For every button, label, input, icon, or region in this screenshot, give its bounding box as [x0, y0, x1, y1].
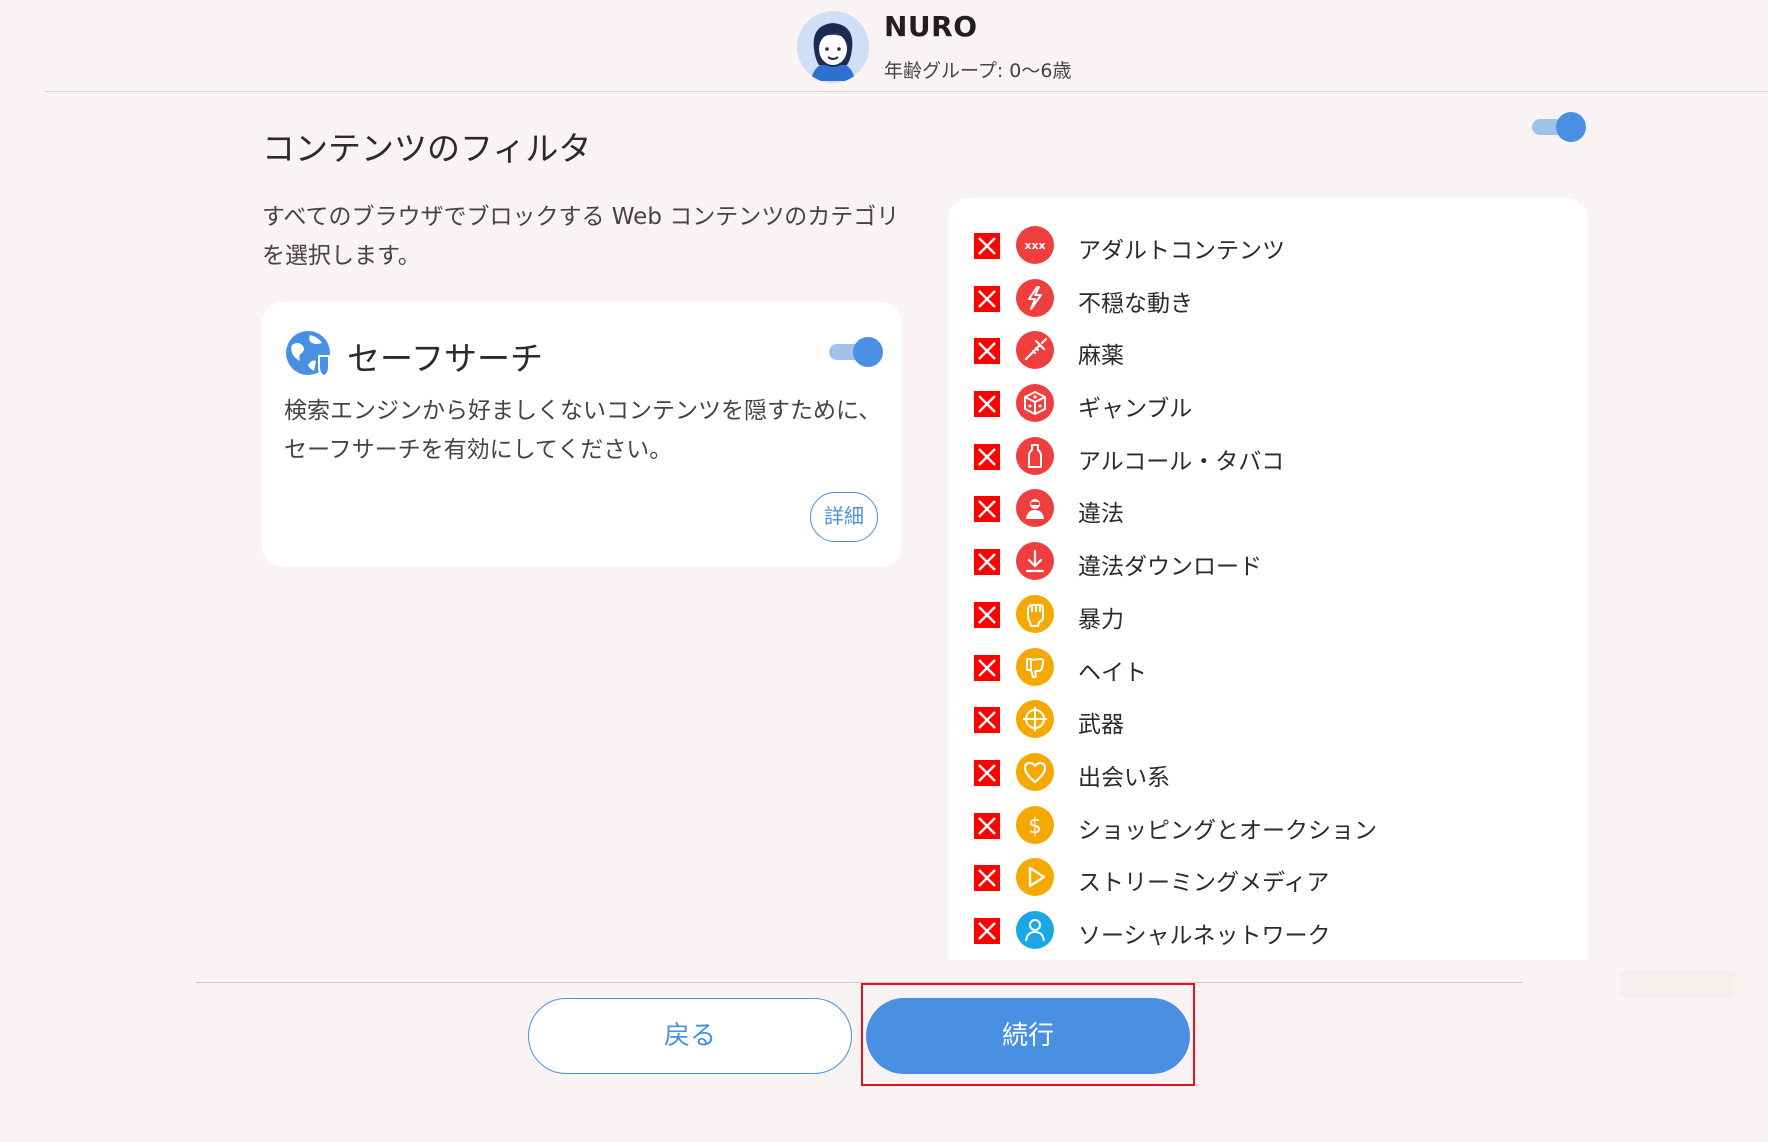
profile-name: NURO — [884, 10, 978, 43]
category-item: 麻薬 — [948, 325, 1588, 378]
profile-header: NURO 年齢グループ: 0〜6歳 — [0, 0, 1768, 92]
heart-icon — [1016, 752, 1054, 791]
toggle-knob — [1556, 112, 1586, 142]
back-button[interactable]: 戻る — [528, 998, 852, 1074]
lightning-icon — [1016, 278, 1054, 317]
safe-search-title: セーフサーチ — [347, 339, 544, 378]
category-label: ストリーミングメディア — [1078, 870, 1330, 897]
category-label: 出会い系 — [1078, 764, 1170, 791]
block-checkbox[interactable] — [974, 707, 1000, 734]
continue-button[interactable]: 続行 — [866, 998, 1190, 1074]
category-item: 出会い系 — [948, 747, 1588, 800]
block-checkbox[interactable] — [974, 496, 1000, 523]
category-label: 麻薬 — [1078, 343, 1124, 370]
category-item: $ ショッピングとオークション — [948, 800, 1588, 853]
block-checkbox[interactable] — [974, 285, 1000, 312]
block-checkbox[interactable] — [974, 917, 1000, 944]
category-label: 違法 — [1078, 501, 1124, 528]
category-item: 違法 — [948, 483, 1588, 536]
faint-overlay — [1620, 970, 1735, 998]
toggle-switch[interactable] — [1530, 112, 1586, 142]
category-item: ソーシャルネットワーク — [948, 905, 1588, 958]
svg-text:$: $ — [1028, 814, 1041, 838]
footer-divider — [196, 982, 1522, 983]
svg-text:xxx: xxx — [1024, 239, 1045, 252]
category-label: ギャンブル — [1078, 396, 1193, 423]
block-checkbox[interactable] — [974, 338, 1000, 365]
category-item: ヘイト — [948, 642, 1588, 695]
category-item: アルコール・タバコ — [948, 431, 1588, 484]
category-label: 武器 — [1078, 712, 1124, 739]
category-item: 不穏な動き — [948, 273, 1588, 326]
category-label: アルコール・タバコ — [1078, 448, 1285, 475]
avatar — [797, 11, 869, 83]
xxx-icon: xxx — [1016, 226, 1054, 264]
globe-shield-icon — [284, 329, 334, 379]
category-label: ソーシャルネットワーク — [1078, 922, 1331, 949]
category-item: 武器 — [948, 694, 1588, 747]
category-item: xxx アダルトコンテンツ — [948, 220, 1588, 273]
toggle-knob — [853, 337, 883, 367]
person-icon — [1016, 910, 1054, 949]
fist-icon — [1016, 594, 1054, 633]
block-checkbox[interactable] — [974, 759, 1000, 786]
block-checkbox[interactable] — [974, 443, 1000, 470]
bottle-icon — [1016, 436, 1054, 475]
category-label: 暴力 — [1078, 606, 1124, 633]
category-item: ストリーミングメディア — [948, 852, 1588, 905]
category-panel: xxx アダルトコンテンツ 不穏な動き麻薬ギャンブルアルコール・タバコ 違法違法ダウン… — [948, 198, 1588, 960]
category-item: ギャンブル — [948, 378, 1588, 431]
category-item: 違法ダウンロード — [948, 536, 1588, 589]
play-icon — [1016, 858, 1054, 897]
criminal-icon — [1016, 489, 1054, 528]
content-filter-description: すべてのブラウザでブロックする Web コンテンツのカテゴリを選択します。 — [262, 204, 900, 269]
category-item: 暴力 — [948, 589, 1588, 642]
download-icon — [1016, 542, 1054, 581]
content-filter-toggle[interactable] — [1530, 112, 1586, 142]
details-button[interactable]: 詳細 — [810, 492, 878, 542]
profile-age-group: 年齢グループ: 0〜6歳 — [884, 60, 1072, 82]
safe-search-toggle[interactable] — [827, 337, 883, 367]
category-label: アダルトコンテンツ — [1078, 238, 1285, 264]
thumbs-down-icon — [1016, 647, 1054, 686]
safe-search-card: セーフサーチ 検索エンジンから好ましくないコンテンツを隠すために、セーフサーチを… — [262, 302, 902, 567]
dice-icon — [1016, 384, 1054, 423]
block-checkbox[interactable] — [974, 654, 1000, 681]
category-list: xxx アダルトコンテンツ 不穏な動き麻薬ギャンブルアルコール・タバコ 違法違法ダウン… — [948, 220, 1588, 958]
category-label: 違法ダウンロード — [1078, 554, 1262, 581]
crosshair-icon — [1016, 700, 1054, 739]
header-divider — [45, 91, 1768, 92]
dollar-icon: $ — [1016, 805, 1054, 844]
block-checkbox[interactable] — [974, 549, 1000, 576]
block-checkbox[interactable] — [974, 233, 1000, 259]
block-checkbox[interactable] — [974, 391, 1000, 418]
category-label: ショッピングとオークション — [1078, 817, 1377, 844]
category-label: ヘイト — [1078, 659, 1147, 686]
category-label: 不穏な動き — [1078, 290, 1193, 317]
syringe-icon — [1016, 331, 1054, 370]
toggle-switch[interactable] — [827, 337, 883, 367]
block-checkbox[interactable] — [974, 812, 1000, 839]
block-checkbox[interactable] — [974, 601, 1000, 628]
content-filter-title: コンテンツのフィルタ — [262, 129, 592, 168]
block-checkbox[interactable] — [974, 865, 1000, 892]
safe-search-description: 検索エンジンから好ましくないコンテンツを隠すために、セーフサーチを有効にしてくだ… — [284, 398, 882, 463]
